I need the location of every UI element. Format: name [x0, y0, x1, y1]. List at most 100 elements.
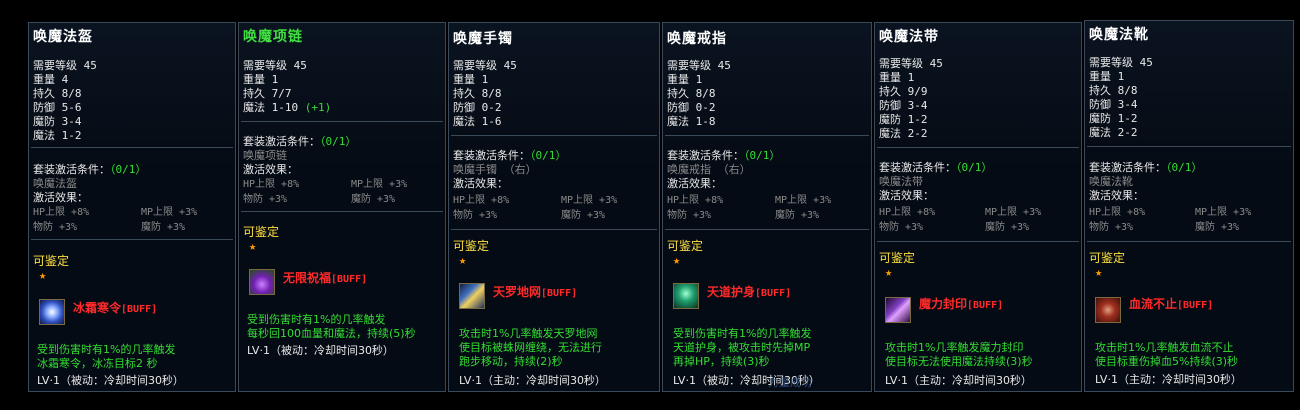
skill-desc-line: 受到伤害时有1%的几率触发	[673, 327, 812, 340]
identify-label: 可鉴定	[879, 251, 916, 265]
set-condition: 套装激活条件：（0/1）	[879, 161, 993, 174]
stat-durability: 持久 8/8	[667, 87, 716, 100]
stat-level: 需要等级 45	[1089, 56, 1153, 69]
skill-name: 无限祝福[BUFF]	[283, 271, 368, 285]
effect-hp: HP上限 +8%	[243, 179, 300, 190]
set-effect-label: 激活效果：	[243, 163, 298, 176]
skill-level: LV·1（主动：冷却时间30秒）	[885, 374, 1032, 387]
effect-mp: MP上限 +3%	[1195, 207, 1252, 218]
effect-physical-defense: 物防 +3%	[667, 210, 712, 221]
skill-level: LV·1（主动：冷却时间30秒）	[1095, 373, 1242, 386]
set-item-name: 唤魔戒指 （右）	[667, 163, 751, 176]
effect-magic-defense: 魔防 +3%	[775, 210, 820, 221]
net-trap-icon[interactable]	[459, 283, 485, 309]
effect-hp: HP上限 +8%	[1089, 207, 1146, 218]
set-condition: 套装激活条件：（0/1）	[667, 149, 781, 162]
seal-blade-icon[interactable]	[885, 297, 911, 323]
skill-name: 冰霜寒令[BUFF]	[73, 301, 158, 315]
skill-desc-line: 使目标被蛛网缠绕，无法进行	[459, 341, 602, 354]
shield-aura-icon[interactable]	[673, 283, 699, 309]
skill-desc-line: 跑步移动，持续(2)秒	[459, 355, 563, 368]
stat-weight: 重量 1	[453, 73, 489, 86]
stat-magic: 魔法 1-10 (+1)	[243, 101, 332, 114]
stat-durability: 持久 7/7	[243, 87, 292, 100]
star-icon: ★	[39, 268, 47, 282]
stat-magic: 魔法 2-2	[879, 127, 928, 140]
effect-magic-defense: 魔防 +3%	[561, 210, 606, 221]
divider	[877, 147, 1079, 148]
stat-level: 需要等级 45	[879, 57, 943, 70]
set-condition: 套装激活条件：（0/1）	[453, 149, 567, 162]
item-tooltip-belt: 唤魔法带 需要等级 45 重量 1 持久 9/9 防御 3-4 魔防 1-2 魔…	[874, 22, 1082, 392]
skill-desc-line: 使目标无法使用魔法持续(3)秒	[885, 355, 1033, 368]
ice-swirl-icon[interactable]	[39, 299, 65, 325]
set-effect-label: 激活效果：	[33, 191, 88, 204]
stat-level: 需要等级 45	[243, 59, 307, 72]
stat-durability: 持久 8/8	[453, 87, 502, 100]
skill-desc-line: 受到伤害时有1%的几率触发	[247, 313, 386, 326]
effect-hp: HP上限 +8%	[453, 195, 510, 206]
skill-desc-line: 攻击时1%几率触发魔力封印	[885, 341, 1024, 354]
item-title: 唤魔法带	[879, 29, 939, 45]
divider	[665, 135, 869, 136]
effect-magic-defense: 魔防 +3%	[351, 194, 396, 205]
divider	[241, 211, 443, 212]
stat-defense: 防御 3-4	[1089, 98, 1138, 111]
effect-mp: MP上限 +3%	[561, 195, 618, 206]
stat-defense: 防御 3-4	[879, 99, 928, 112]
skill-level: LV·1（被动：冷却时间30秒）	[247, 344, 394, 357]
set-item-name: 唤魔项链	[243, 149, 287, 162]
stat-durability: 持久 8/8	[33, 87, 82, 100]
stat-defense: 防御 5-6	[33, 101, 82, 114]
skill-desc-line: 天道护身，被攻击时先掉MP	[673, 341, 811, 354]
stat-defense: 防御 0-2	[453, 101, 502, 114]
effect-mp: MP上限 +3%	[351, 179, 408, 190]
divider	[877, 241, 1079, 242]
stat-weight: 重量 1	[879, 71, 915, 84]
potion-flask-icon[interactable]	[249, 269, 275, 295]
set-effect-label: 激活效果：	[879, 189, 934, 202]
set-item-name: 唤魔法靴	[1089, 175, 1133, 188]
set-condition: 套装激活条件：（0/1）	[243, 135, 357, 148]
star-icon: ★	[249, 239, 257, 253]
effect-hp: HP上限 +8%	[33, 207, 90, 218]
divider	[241, 121, 443, 122]
watermark-text: 力量成功	[768, 376, 812, 389]
stat-magic-defense: 魔防 1-2	[1089, 112, 1138, 125]
bleed-swirl-icon[interactable]	[1095, 297, 1121, 323]
identify-label: 可鉴定	[33, 254, 70, 268]
skill-desc-line: 攻击时1%几率触发血流不止	[1095, 341, 1234, 354]
star-icon: ★	[673, 253, 681, 267]
skill-desc-line: 冰霜寒令，冰冻目标2 秒	[37, 357, 158, 370]
stat-durability: 持久 9/9	[879, 85, 928, 98]
skill-desc-line: 使目标重伤掉血5%持续(3)秒	[1095, 355, 1239, 368]
skill-level: LV·1（主动：冷却时间30秒）	[459, 374, 606, 387]
effect-mp: MP上限 +3%	[775, 195, 832, 206]
skill-desc-line: 攻击时1%几率触发天罗地网	[459, 327, 598, 340]
skill-name: 魔力封印[BUFF]	[919, 297, 1004, 311]
effect-physical-defense: 物防 +3%	[1089, 222, 1134, 233]
divider	[451, 229, 657, 230]
stat-magic-defense: 魔防 1-2	[879, 113, 928, 126]
item-title: 唤魔项链	[243, 29, 303, 45]
stat-defense: 防御 0-2	[667, 101, 716, 114]
item-title: 唤魔法盔	[33, 29, 93, 45]
set-effect-label: 激活效果：	[453, 177, 508, 190]
divider	[31, 239, 233, 240]
set-effect-label: 激活效果：	[1089, 189, 1144, 202]
stat-weight: 重量 1	[1089, 70, 1125, 83]
divider	[665, 229, 869, 230]
effect-physical-defense: 物防 +3%	[243, 194, 288, 205]
stat-weight: 重量 1	[243, 73, 279, 86]
stat-weight: 重量 4	[33, 73, 69, 86]
item-tooltip-bracelet: 唤魔手镯 需要等级 45 重量 1 持久 8/8 防御 0-2 魔法 1-6 套…	[448, 22, 660, 392]
star-icon: ★	[1095, 265, 1103, 279]
set-condition: 套装激活条件：（0/1）	[33, 163, 147, 176]
item-tooltip-ring: 唤魔戒指 需要等级 45 重量 1 持久 8/8 防御 0-2 魔法 1-8 套…	[662, 22, 872, 392]
effect-physical-defense: 物防 +3%	[33, 222, 78, 233]
identify-label: 可鉴定	[1089, 251, 1126, 265]
skill-desc-line: 每秒回100血量和魔法，持续(5)秒	[247, 327, 416, 340]
effect-physical-defense: 物防 +3%	[879, 222, 924, 233]
stat-level: 需要等级 45	[667, 59, 731, 72]
effect-magic-defense: 魔防 +3%	[1195, 222, 1240, 233]
